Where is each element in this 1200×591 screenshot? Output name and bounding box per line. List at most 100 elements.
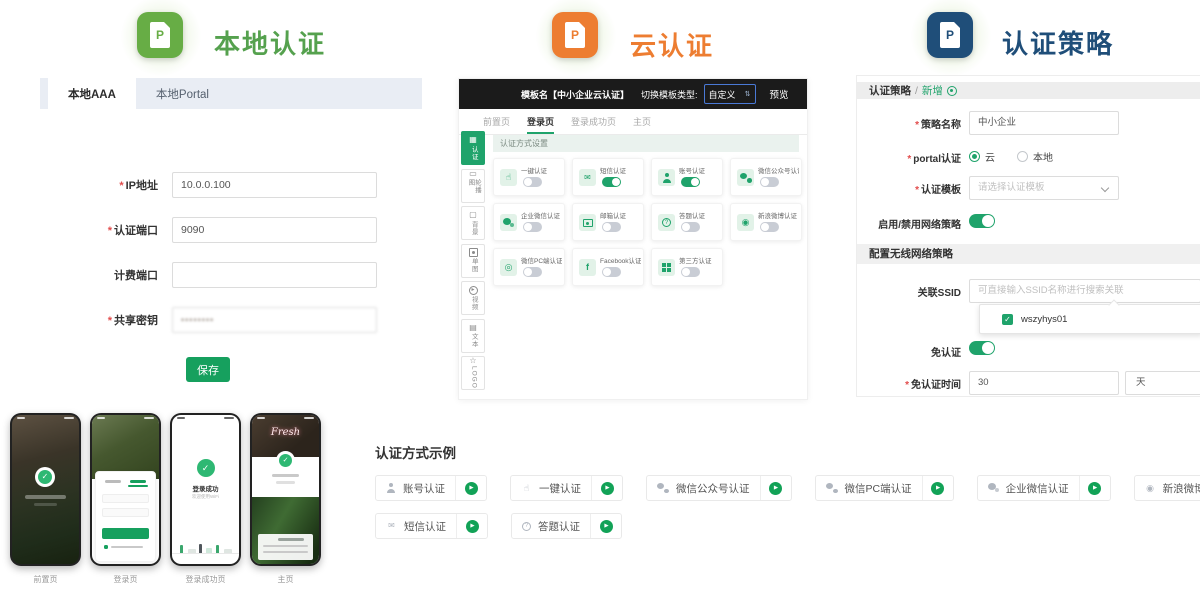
ssid-option[interactable]: wszyhys01 (1021, 314, 1067, 325)
preview-button[interactable]: 预览 (770, 87, 789, 101)
user-icon (662, 173, 672, 183)
breadcrumb-new-link[interactable]: 新增 (922, 83, 943, 98)
toggle-第三方认证[interactable] (681, 267, 700, 277)
tab-本地AAA[interactable]: 本地AAA (48, 78, 136, 109)
save-button[interactable]: 保存 (186, 357, 230, 382)
auth-method-label: Facebook认证 (600, 255, 641, 265)
auth-policy-title: 认证策略 (1002, 24, 1114, 61)
field-input[interactable]: 9090 (172, 217, 377, 243)
phone-preview-success-page: ✓ 登录成功 欢迎使用WiFi (170, 413, 241, 566)
sidebar-item-label: LOGO (470, 366, 477, 389)
radio-icon[interactable] (969, 151, 980, 162)
image-icon (469, 248, 478, 257)
user-icon (386, 483, 396, 493)
phone-preview-home-page: Fresh ✓ (250, 413, 321, 566)
bg-icon (469, 211, 478, 220)
portal-option-本地[interactable]: 本地 (1017, 149, 1053, 164)
play-icon[interactable] (601, 482, 614, 495)
local-auth-title: 本地认证 (214, 24, 326, 61)
wechat-icon (657, 483, 669, 493)
auth-method-label: 微信PC端认证 (521, 255, 562, 265)
portal-auth-label: *portal认证 (857, 150, 961, 165)
tab-前置页[interactable]: 前置页 (483, 109, 510, 134)
play-icon[interactable] (600, 520, 613, 533)
sidebar-item-单图[interactable]: 单图 (461, 244, 485, 278)
template-type-select[interactable]: 自定义 (704, 84, 756, 104)
tab-登录成功页[interactable]: 登录成功页 (571, 109, 616, 134)
field-input[interactable] (172, 262, 377, 288)
toggle-微信PC端认证[interactable] (523, 267, 542, 277)
toggle-账号认证[interactable] (681, 177, 700, 187)
toggle-企业微信认证[interactable] (523, 222, 542, 232)
auth-method-card: 第三方认证 (651, 248, 723, 286)
auth-method-icon-tile (658, 259, 675, 276)
auth-method-card: 账号认证 (651, 158, 723, 196)
example-chip-一键认证[interactable]: 一键认证 (510, 475, 623, 501)
auth-method-card: 一键认证 (493, 158, 565, 196)
auth-method-card: 微信公众号认证 (730, 158, 802, 196)
sidebar-item-label: 认证 (470, 146, 477, 161)
auth-method-icon-tile (579, 169, 596, 186)
example-chip-账号认证[interactable]: 账号认证 (375, 475, 487, 501)
free-auth-time-label: *免认证时间 (857, 376, 961, 391)
sidebar-item-轮播图[interactable]: 轮播图 (461, 169, 485, 203)
free-auth-time-input[interactable]: 30 (969, 371, 1119, 395)
example-chip-答题认证[interactable]: 答题认证 (511, 513, 622, 539)
phone-caption: 登录页 (90, 574, 161, 585)
play-button-area (456, 482, 486, 495)
required-asterisk: * (108, 225, 112, 237)
tab-本地Portal[interactable]: 本地Portal (136, 78, 229, 109)
wecom-icon (503, 218, 514, 228)
play-button-area (592, 482, 622, 495)
toggle-Facebook认证[interactable] (602, 267, 621, 277)
example-chip-微信PC端认证[interactable]: 微信PC端认证 (815, 475, 954, 501)
radio-icon[interactable] (1017, 151, 1028, 162)
sidebar-item-认证[interactable]: 认证 (461, 131, 485, 165)
enable-network-policy-toggle[interactable] (969, 214, 995, 228)
toggle-答题认证[interactable] (681, 222, 700, 232)
tab-登录页[interactable]: 登录页 (527, 109, 554, 134)
ssid-checkbox[interactable] (1002, 314, 1013, 325)
ssid-dropdown: wszyhys01 (979, 304, 1200, 334)
sidebar-item-文本[interactable]: 文本 (461, 319, 485, 353)
play-icon[interactable] (466, 520, 479, 533)
wechat-icon (826, 483, 838, 493)
free-auth-toggle[interactable] (969, 341, 995, 355)
auth-template-select[interactable]: 请选择认证模板 (969, 176, 1119, 200)
cloud-auth-icon: P (552, 12, 598, 58)
auth-method-card: 新浪微博认证 (730, 203, 802, 241)
sidebar-item-视频[interactable]: 视频 (461, 281, 485, 315)
sidebar-item-背景[interactable]: 背景 (461, 206, 485, 240)
example-chip-短信认证[interactable]: 短信认证 (375, 513, 488, 539)
tab-主页[interactable]: 主页 (633, 109, 651, 134)
auth-examples-row: 短信认证答题认证 (375, 513, 1200, 539)
example-chip-label: 企业微信认证 (1006, 481, 1069, 496)
toggle-微信公众号认证[interactable] (760, 177, 779, 187)
example-chip-微信公众号认证[interactable]: 微信公众号认证 (646, 475, 792, 501)
portal-option-云[interactable]: 云 (969, 149, 995, 164)
auth-method-card: 答题认证 (651, 203, 723, 241)
play-icon[interactable] (931, 482, 944, 495)
play-icon[interactable] (769, 482, 782, 495)
policy-name-input[interactable]: 中小企业 (969, 111, 1119, 135)
facebook-icon (582, 262, 593, 273)
play-button-area (457, 520, 487, 533)
toggle-邮箱认证[interactable] (602, 222, 621, 232)
field-input[interactable]: 10.0.0.100 (172, 172, 377, 198)
example-chip-新浪微博认证[interactable]: 新浪微博认证 (1134, 475, 1200, 501)
play-icon[interactable] (1088, 482, 1101, 495)
field-input[interactable]: •••••••• (172, 307, 377, 333)
play-button-area (591, 520, 621, 533)
toggle-一键认证[interactable] (523, 177, 542, 187)
question-icon (522, 522, 531, 531)
sidebar-item-LOGO[interactable]: LOGO (461, 356, 485, 390)
auth-method-card: Facebook认证 (572, 248, 644, 286)
policy-name-label: *策略名称 (857, 116, 961, 131)
example-chip-企业微信认证[interactable]: 企业微信认证 (977, 475, 1111, 501)
ssid-search-input[interactable]: 可直接输入SSID名称进行搜索关联 (969, 279, 1200, 303)
help-icon (947, 86, 957, 96)
sms-icon (386, 521, 397, 532)
toggle-新浪微博认证[interactable] (760, 222, 779, 232)
play-icon[interactable] (465, 482, 478, 495)
toggle-短信认证[interactable] (602, 177, 621, 187)
